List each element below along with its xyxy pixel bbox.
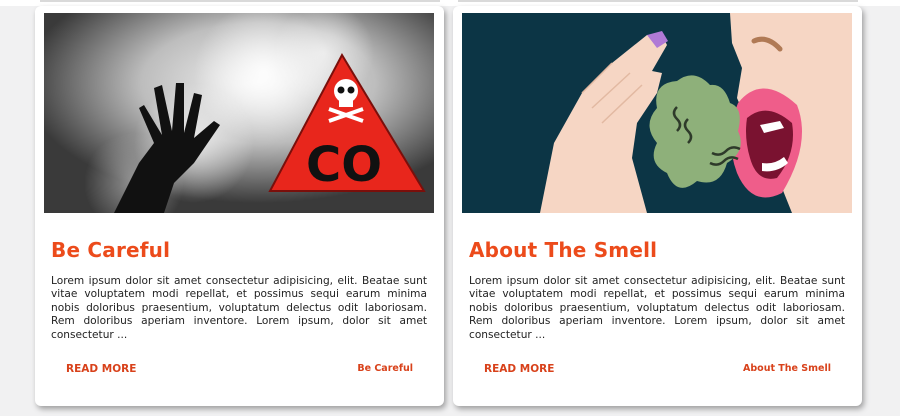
article-card-about-the-smell: About The Smell Lorem ipsum dolor sit am… bbox=[453, 6, 862, 406]
card-image-co-warning: CO bbox=[44, 13, 434, 213]
read-more-link[interactable]: READ MORE bbox=[484, 363, 554, 375]
article-card-be-careful: CO Be Careful Lorem ipsum dolor sit amet… bbox=[35, 6, 444, 406]
read-more-link[interactable]: READ MORE bbox=[66, 363, 136, 375]
co-warning-text: CO bbox=[306, 137, 382, 193]
card-image-bad-breath bbox=[462, 13, 852, 213]
bad-breath-illustration bbox=[462, 13, 852, 213]
category-tag-link[interactable]: Be Careful bbox=[357, 363, 413, 374]
card-title: Be Careful bbox=[51, 238, 171, 262]
card-excerpt: Lorem ipsum dolor sit amet consectetur a… bbox=[469, 275, 845, 341]
previous-card-edge bbox=[40, 0, 440, 2]
category-tag-link[interactable]: About The Smell bbox=[743, 363, 831, 374]
card-excerpt: Lorem ipsum dolor sit amet consectetur a… bbox=[51, 275, 427, 341]
co-warning-illustration: CO bbox=[44, 13, 434, 213]
previous-card-edge bbox=[458, 0, 858, 2]
card-title: About The Smell bbox=[469, 238, 658, 262]
